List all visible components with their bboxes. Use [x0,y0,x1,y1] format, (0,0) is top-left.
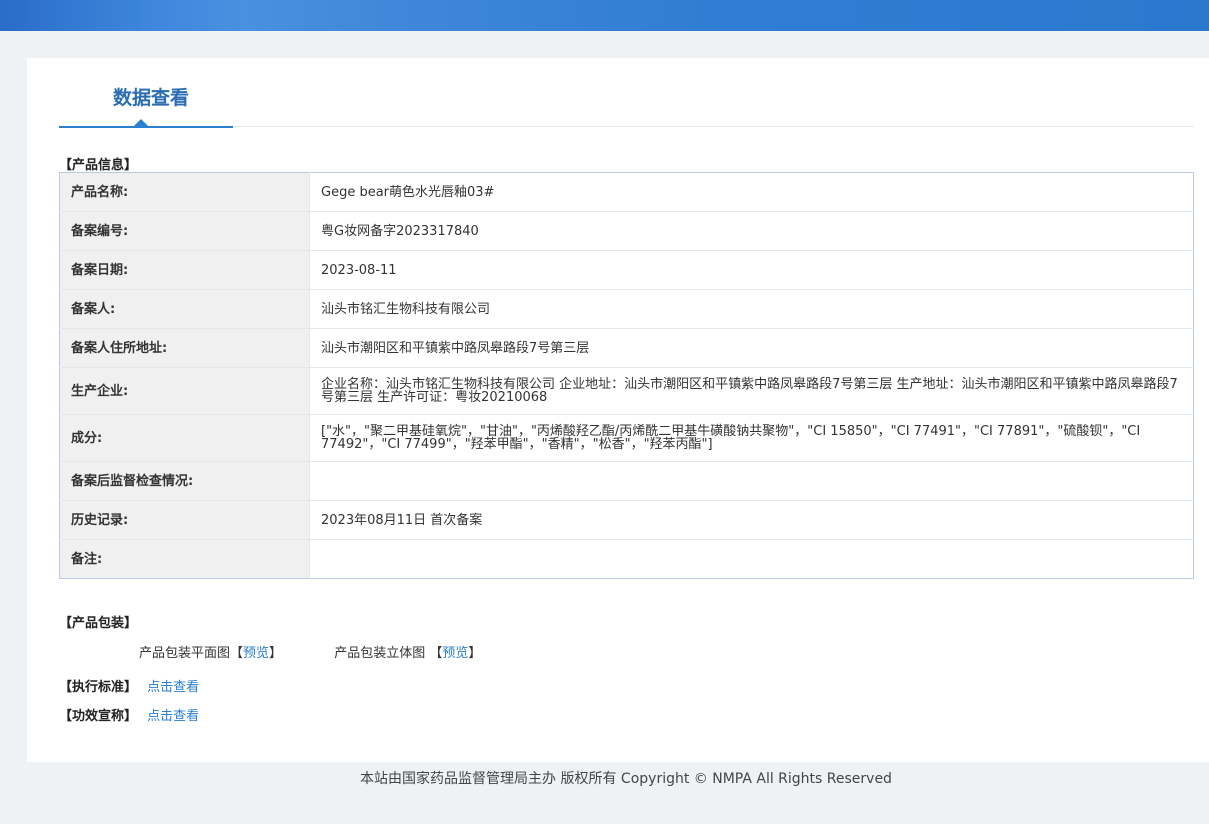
row-key-filer-address: 备案人住所地址: [59,328,310,368]
page-title: 数据查看 [112,87,189,109]
section-standard: 【执行标准】 [59,680,138,695]
row-key-remarks: 备注: [59,539,310,579]
row-key-filing-date: 备案日期: [59,250,310,290]
packaging-stereo-label: 产品包装立体图 [334,646,426,661]
row-value-remarks [309,539,1194,579]
table-row: 产品名称: Gege bear萌色水光唇釉03# [59,172,1194,212]
row-value-supervision [309,461,1194,501]
row-key-filing-number: 备案编号: [59,211,310,251]
row-value-filer-address: 汕头市潮阳区和平镇紫中路凤皋路段7号第三层 [309,328,1194,368]
row-key-manufacturer: 生产企业: [59,367,310,415]
table-row: 备案日期: 2023-08-11 [59,250,1194,290]
packaging-flat-label: 产品包装平面图 [139,646,231,661]
row-key-history: 历史记录: [59,500,310,540]
row-value-filer: 汕头市铭汇生物科技有限公司 [309,289,1194,329]
row-value-filing-date: 2023-08-11 [309,250,1194,290]
table-row: 生产企业: 企业名称：汕头市铭汇生物科技有限公司 企业地址：汕头市潮阳区和平镇紫… [59,367,1194,415]
table-row: 历史记录: 2023年08月11日 首次备案 [59,500,1194,540]
footer-copyright: 本站由国家药品监督管理局主办 版权所有 Copyright © NMPA All… [360,771,892,787]
claims-view-link[interactable]: 点击查看 [147,709,199,724]
table-row: 备案人: 汕头市铭汇生物科技有限公司 [59,289,1194,329]
table-row: 备案编号: 粤G妆网备字2023317840 [59,211,1194,251]
row-key-ingredients: 成分: [59,414,310,462]
row-key-filer: 备案人: [59,289,310,329]
table-row: 备注: [59,539,1194,579]
header-divider [233,126,1194,127]
packaging-flat-item: 产品包装平面图【预览】 [139,646,287,661]
row-value-product-name: Gege bear萌色水光唇釉03# [309,172,1194,212]
row-value-manufacturer: 企业名称：汕头市铭汇生物科技有限公司 企业地址：汕头市潮阳区和平镇紫中路凤皋路段… [309,367,1194,415]
standard-view-link[interactable]: 点击查看 [147,680,199,695]
packaging-flat-preview-link[interactable]: 预览 [243,646,269,661]
main-card: 数据查看 【产品信息】 产品名称: Gege bear萌色水光唇釉03# 备案编… [27,58,1209,762]
row-value-filing-number: 粤G妆网备字2023317840 [309,211,1194,251]
row-value-history: 2023年08月11日 首次备案 [309,500,1194,540]
claims-row: 【功效宣称】 点击查看 [59,705,199,724]
product-info-table: 产品名称: Gege bear萌色水光唇釉03# 备案编号: 粤G妆网备字202… [59,172,1194,579]
section-claims: 【功效宣称】 [59,709,138,724]
row-key-product-name: 产品名称: [59,172,310,212]
table-row: 备案人住所地址: 汕头市潮阳区和平镇紫中路凤皋路段7号第三层 [59,328,1194,368]
top-banner [0,0,1209,31]
row-value-ingredients: ["水"，"聚二甲基硅氧烷"，"甘油"，"丙烯酸羟乙酯/丙烯酰二甲基牛磺酸钠共聚… [309,414,1194,462]
packaging-row: 产品包装平面图【预览】 产品包装立体图 【预览】 [139,642,521,661]
section-product-info: 【产品信息】 [59,158,138,173]
row-key-supervision: 备案后监督检查情况: [59,461,310,501]
table-row: 备案后监督检查情况: [59,461,1194,501]
standard-row: 【执行标准】 点击查看 [59,676,199,695]
table-row: 成分: ["水"，"聚二甲基硅氧烷"，"甘油"，"丙烯酸羟乙酯/丙烯酰二甲基牛磺… [59,414,1194,462]
section-packaging: 【产品包装】 [59,616,138,631]
tab-indicator-arrow [134,119,148,126]
tab-underline [59,126,233,128]
packaging-stereo-preview-link[interactable]: 预览 [442,646,468,661]
packaging-stereo-item: 产品包装立体图 【预览】 [334,646,482,661]
